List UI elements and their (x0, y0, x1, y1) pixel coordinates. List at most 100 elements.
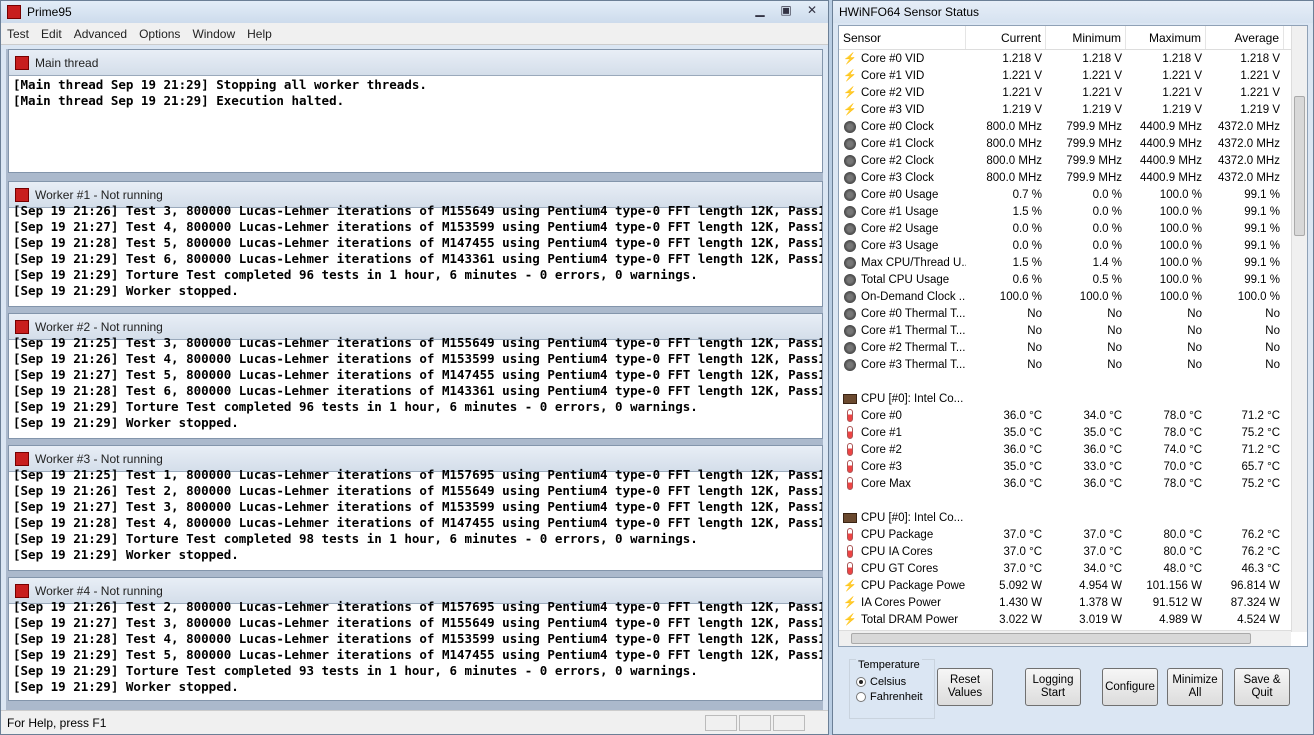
sensor-row[interactable]: Core #0 Thermal T... No No No No (839, 305, 1307, 322)
sensor-row[interactable]: On-Demand Clock ... 100.0 % 100.0 % 100.0 %… (839, 288, 1307, 305)
current-value: 3.022 W (999, 613, 1042, 626)
sensor-row[interactable]: CPU GT Cores 37.0 °C 34.0 °C 48.0 °C 46.3 °C (839, 560, 1307, 577)
status-panel (705, 715, 737, 731)
menu-options[interactable]: Options (133, 27, 186, 41)
sensor-row[interactable]: ⚡ CPU Package Power 5.092 W 4.954 W 101.156 … (839, 577, 1307, 594)
menu-test[interactable]: Test (1, 27, 35, 41)
column-sensor[interactable]: Sensor (839, 26, 966, 49)
sensor-row[interactable]: Core #3 Thermal T... No No No No (839, 356, 1307, 373)
sensor-row[interactable]: CPU [#0]: Intel Co... (839, 509, 1307, 526)
minimum-value: 0.0 % (1092, 188, 1122, 201)
sensor-row[interactable] (839, 373, 1307, 390)
log-line: [Sep 19 21:29] Test 6, 800000 Lucas-Lehm… (13, 251, 822, 266)
reset-values-button[interactable]: Reset Values (937, 668, 993, 706)
minimum-value: 33.0 °C (1083, 460, 1122, 473)
sensor-row[interactable]: Core #1 Clock 800.0 MHz 799.9 MHz 4400.9 MH… (839, 135, 1307, 152)
maximum-value: 100.0 % (1159, 290, 1202, 303)
sensor-name-cell: CPU IA Cores (839, 545, 966, 558)
sensor-row[interactable]: ⚡ Core #3 VID 1.219 V 1.219 V 1.219 V 1.219 V (839, 101, 1307, 118)
menu-advanced[interactable]: Advanced (68, 27, 133, 41)
sensor-row[interactable]: Core #2 Thermal T... No No No No (839, 339, 1307, 356)
sensor-name-cell: Core #2 Usage (839, 222, 966, 235)
sensor-name-cell: ⚡ Core #1 VID (839, 69, 966, 83)
current-value: 800.0 MHz (986, 171, 1042, 184)
sensor-row[interactable]: Core #1 Thermal T... No No No No (839, 322, 1307, 339)
scroll-thumb[interactable] (851, 633, 1251, 644)
sensor-row[interactable]: Total CPU Usage 0.6 % 0.5 % 100.0 % 99.1 % (839, 271, 1307, 288)
current-value: 800.0 MHz (986, 137, 1042, 150)
sensor-name: Core #1 Clock (861, 137, 934, 150)
sensor-row[interactable]: Max CPU/Thread U... 1.5 % 1.4 % 100.0 % 99.1… (839, 254, 1307, 271)
current-value: 800.0 MHz (986, 154, 1042, 167)
horizontal-scrollbar[interactable] (839, 630, 1291, 646)
column-current[interactable]: Current (966, 26, 1046, 49)
pane-titlebar[interactable]: Main thread (9, 50, 822, 76)
vertical-scrollbar[interactable] (1291, 26, 1307, 632)
sensor-row[interactable]: Core #3 Usage 0.0 % 0.0 % 100.0 % 99.1 % (839, 237, 1307, 254)
scroll-thumb[interactable] (1294, 96, 1305, 236)
logging-start-button[interactable]: Logging Start (1025, 668, 1081, 706)
current-value: 36.0 °C (1003, 443, 1042, 456)
menu-edit[interactable]: Edit (35, 27, 68, 41)
sensor-row[interactable]: ⚡ Core #1 VID 1.221 V 1.221 V 1.221 V 1.221 V (839, 67, 1307, 84)
sensor-row[interactable]: Core #0 Clock 800.0 MHz 799.9 MHz 4400.9 MH… (839, 118, 1307, 135)
average-value: 76.2 °C (1241, 528, 1280, 541)
sensor-row[interactable]: CPU Package 37.0 °C 37.0 °C 80.0 °C 76.2 °C (839, 526, 1307, 543)
save-quit-button[interactable]: Save & Quit (1234, 668, 1290, 706)
sensor-row[interactable]: Core #2 Clock 800.0 MHz 799.9 MHz 4400.9 MH… (839, 152, 1307, 169)
celsius-radio[interactable]: Celsius (856, 676, 934, 688)
sensor-row[interactable]: Core #1 Usage 1.5 % 0.0 % 100.0 % 99.1 % (839, 203, 1307, 220)
sensor-row[interactable]: Core #2 Usage 0.0 % 0.0 % 100.0 % 99.1 % (839, 220, 1307, 237)
maximize-icon[interactable]: ▣ (774, 1, 798, 19)
prime95-titlebar[interactable]: Prime95 ▁ ▣ ✕ (1, 1, 828, 23)
sensor-row[interactable]: Core #3 Clock 800.0 MHz 799.9 MHz 4400.9 MH… (839, 169, 1307, 186)
minimize-all-button[interactable]: Minimize All (1167, 668, 1223, 706)
sensor-row[interactable]: Core #3 35.0 °C 33.0 °C 70.0 °C 65.7 °C (839, 458, 1307, 475)
close-icon[interactable]: ✕ (800, 1, 824, 19)
sensor-name-cell: CPU GT Cores (839, 562, 966, 575)
fahrenheit-radio[interactable]: Fahrenheit (856, 691, 934, 703)
configure-button[interactable]: Configure (1102, 668, 1158, 706)
hwinfo-title: HWiNFO64 Sensor Status (839, 5, 980, 19)
column-maximum[interactable]: Maximum (1126, 26, 1206, 49)
sensor-row[interactable]: Core #0 Usage 0.7 % 0.0 % 100.0 % 99.1 % (839, 186, 1307, 203)
sensor-row[interactable]: CPU IA Cores 37.0 °C 37.0 °C 80.0 °C 76.2 °C (839, 543, 1307, 560)
sensor-row[interactable]: ⚡ Core #2 VID 1.221 V 1.221 V 1.221 V 1.221 V (839, 84, 1307, 101)
log-line: [Sep 19 21:26] Test 2, 800000 Lucas-Lehm… (13, 599, 822, 614)
sensor-name-cell: Core #0 Clock (839, 120, 966, 133)
log-line: [Sep 19 21:27] Test 4, 800000 Lucas-Lehm… (13, 219, 822, 234)
sensor-name-cell: Core Max (839, 477, 966, 490)
sensor-row[interactable]: Core #0 36.0 °C 34.0 °C 78.0 °C 71.2 °C (839, 407, 1307, 424)
sensor-row[interactable]: ⚡ IA Cores Power 1.430 W 1.378 W 91.512 W 87.… (839, 594, 1307, 611)
sensor-row[interactable]: Core #2 36.0 °C 36.0 °C 74.0 °C 71.2 °C (839, 441, 1307, 458)
sensor-row[interactable]: ⚡ Total DRAM Power 3.022 W 3.019 W 4.989 W 4.… (839, 611, 1307, 628)
hwinfo-titlebar[interactable]: HWiNFO64 Sensor Status (833, 1, 1313, 23)
menu-help[interactable]: Help (241, 27, 278, 41)
sensor-row[interactable]: CPU [#0]: Intel Co... (839, 390, 1307, 407)
current-value: 1.430 W (999, 596, 1042, 609)
current-value: No (1027, 307, 1042, 320)
sensor-name: Core #3 (861, 460, 902, 473)
average-value: 76.2 °C (1241, 545, 1280, 558)
sensor-name-cell: CPU [#0]: Intel Co... (839, 512, 966, 524)
sensor-name-cell: Core #1 (839, 426, 966, 439)
menu-window[interactable]: Window (186, 27, 241, 41)
column-minimum[interactable]: Minimum (1046, 26, 1126, 49)
sensor-row[interactable]: Core Max 36.0 °C 36.0 °C 78.0 °C 75.2 °C (839, 475, 1307, 492)
current-value: 800.0 MHz (986, 120, 1042, 133)
sensor-name: Core #1 Thermal T... (861, 324, 966, 337)
column-average[interactable]: Average (1206, 26, 1284, 49)
current-value: 0.7 % (1012, 188, 1042, 201)
minimize-icon[interactable]: ▁ (748, 1, 772, 19)
average-value: No (1265, 307, 1280, 320)
log-line: [Sep 19 21:25] Test 3, 800000 Lucas-Lehm… (13, 335, 822, 350)
sensor-row[interactable]: Core #1 35.0 °C 35.0 °C 78.0 °C 75.2 °C (839, 424, 1307, 441)
sensor-row[interactable]: ⚡ Core #0 VID 1.218 V 1.218 V 1.218 V 1.218 V (839, 50, 1307, 67)
gauge-icon (844, 120, 856, 133)
sensor-row[interactable] (839, 492, 1307, 509)
log-line: [Sep 19 21:26] Test 3, 800000 Lucas-Lehm… (13, 203, 822, 218)
pane-title: Worker #1 - Not running (35, 187, 163, 202)
worker-3-pane: Worker #3 - Not running [Sep 19 21:25] Te… (8, 445, 823, 571)
sensor-name: Core #3 Usage (861, 239, 939, 252)
average-value: 75.2 °C (1241, 477, 1280, 490)
